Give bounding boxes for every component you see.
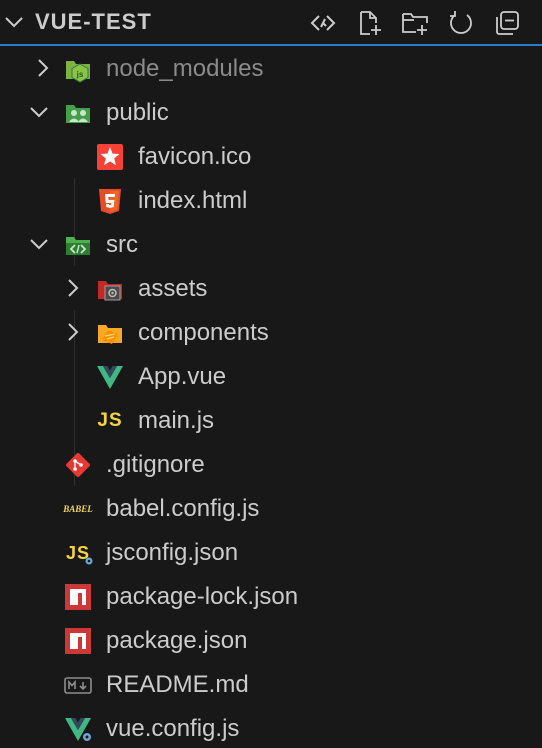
tree-item-label: vue.config.js xyxy=(106,715,240,742)
components-folder-icon xyxy=(96,319,124,347)
babel-icon-text: BABEL xyxy=(63,504,93,514)
tree-item-vue-config[interactable]: vue.config.js xyxy=(0,706,542,748)
tree-item-label: assets xyxy=(138,275,208,302)
npm-icon xyxy=(64,583,92,611)
tree-item-app-vue[interactable]: App.vue xyxy=(0,354,542,398)
tree-item-label: public xyxy=(106,99,169,126)
tree-item-src[interactable]: src xyxy=(0,222,542,266)
chevron-right-icon xyxy=(68,279,79,297)
chevron-right-icon xyxy=(68,323,79,341)
tree-item-label: package.json xyxy=(106,627,248,654)
tree-item-favicon[interactable]: favicon.ico xyxy=(0,134,542,178)
explorer-actions xyxy=(306,6,524,40)
tree-item-components[interactable]: components xyxy=(0,310,542,354)
favicon-icon xyxy=(96,143,124,171)
tree-item-node-modules[interactable]: js node_modules xyxy=(0,46,542,90)
tree-item-package-lock[interactable]: package-lock.json xyxy=(0,574,542,618)
chevron-down-icon[interactable] xyxy=(2,10,26,34)
explorer-title: VUE-TEST xyxy=(35,9,152,34)
public-folder-icon xyxy=(64,99,92,127)
collapse-all-button[interactable] xyxy=(490,6,524,40)
tree-item-package-json[interactable]: package.json xyxy=(0,618,542,662)
collapse-all-icon xyxy=(496,11,519,35)
nodejs-folder-icon: js xyxy=(64,55,92,83)
refresh-remote-icon xyxy=(310,15,336,31)
new-folder-button[interactable] xyxy=(398,6,432,40)
tree-item-public[interactable]: public xyxy=(0,90,542,134)
tree-item-label: README.md xyxy=(106,671,249,698)
tree-item-label: App.vue xyxy=(138,363,227,390)
tree-item-label: babel.config.js xyxy=(106,495,260,522)
babel-icon: BABEL xyxy=(63,495,93,523)
git-icon xyxy=(64,451,92,479)
javascript-icon: JS xyxy=(96,407,124,435)
tree-item-label: jsconfig.json xyxy=(106,539,239,566)
svg-text:js: js xyxy=(76,70,84,79)
src-folder-icon xyxy=(64,231,92,259)
new-file-button[interactable] xyxy=(352,6,386,40)
tree-item-label: favicon.ico xyxy=(138,143,252,170)
refresh-remote-button[interactable] xyxy=(306,6,340,40)
jsconfig-icon: JS xyxy=(64,539,93,567)
tree-item-label: node_modules xyxy=(106,55,264,82)
refresh-button[interactable] xyxy=(444,6,478,40)
js-icon-text: JS xyxy=(97,410,123,431)
tree-item-label: components xyxy=(138,319,269,346)
gear-icon xyxy=(85,557,93,565)
tree-item-index-html[interactable]: index.html xyxy=(0,178,542,222)
tree-item-readme[interactable]: README.md xyxy=(0,662,542,706)
tree-item-label: package-lock.json xyxy=(106,583,299,610)
tree-item-assets[interactable]: assets xyxy=(0,266,542,310)
tree-item-label: main.js xyxy=(138,407,215,434)
tree-item-main-js[interactable]: JS main.js xyxy=(0,398,542,442)
html5-icon xyxy=(96,187,124,215)
chevron-down-icon xyxy=(30,107,48,118)
markdown-icon xyxy=(64,671,92,699)
tree-item-label: index.html xyxy=(138,187,248,214)
new-folder-icon xyxy=(402,13,428,35)
new-file-icon xyxy=(360,11,381,35)
chevron-down-icon xyxy=(30,239,48,250)
file-tree: js node_modules public favicon.ico index… xyxy=(0,46,542,742)
explorer-header[interactable]: VUE-TEST xyxy=(0,0,542,44)
vue-icon xyxy=(96,363,124,391)
tree-item-label: .gitignore xyxy=(106,451,205,478)
assets-folder-icon xyxy=(96,275,124,303)
refresh-icon xyxy=(450,11,472,34)
chevron-right-icon xyxy=(38,59,49,77)
tree-item-gitignore[interactable]: .gitignore xyxy=(0,442,542,486)
tree-item-label: src xyxy=(106,231,138,258)
vue-config-icon xyxy=(64,715,92,743)
npm-icon xyxy=(64,627,92,655)
tree-item-jsconfig[interactable]: JS jsconfig.json xyxy=(0,530,542,574)
tree-item-babel-config[interactable]: BABEL babel.config.js xyxy=(0,486,542,530)
file-explorer: VUE-TEST js node_modules public favicon.… xyxy=(0,0,542,748)
